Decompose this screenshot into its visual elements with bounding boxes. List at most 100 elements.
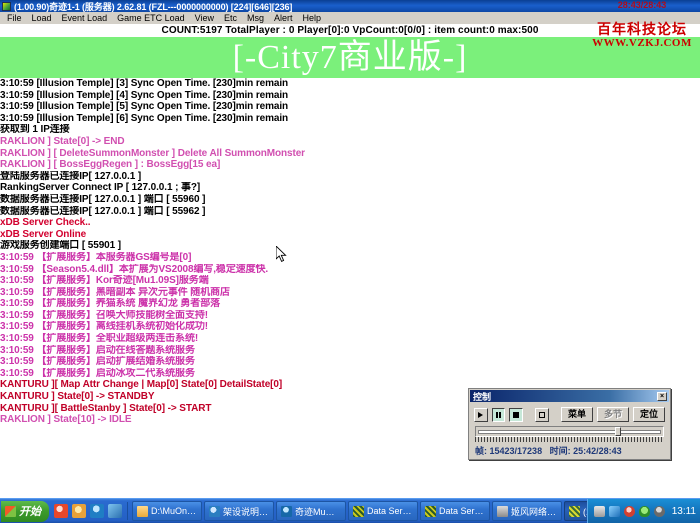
window-titlebar[interactable]: (1.00.90)奇迹1-1 (服务器) 2.62.81 (FZL---0000… <box>0 0 700 12</box>
frames-value: 15423/17238 <box>490 446 543 456</box>
log-line: 3:10:59 [Illusion Temple] [4] Sync Open … <box>0 90 700 102</box>
seek-bar[interactable] <box>475 426 664 437</box>
server-banner: [-City7商业版-] <box>0 37 700 78</box>
windows-flag-icon <box>5 506 16 517</box>
log-line: 数据服务器已连接IP[ 127.0.0.1 ] 端口 [ 55962 ] <box>0 206 700 218</box>
windows-taskbar: 开始 D:\MuOnline... 架设说明 - ... 奇迹Mu数... Data … <box>0 498 700 523</box>
menu-button[interactable]: 菜单 <box>561 407 593 422</box>
menu-item-game-etc-load[interactable]: Game ETC Load <box>112 12 190 24</box>
locate-button[interactable]: 定位 <box>633 407 665 422</box>
log-line: xDB Server Online <box>0 229 700 241</box>
log-line: 3:10:59 【扩展服务】离线挂机系统初始化成功! <box>0 321 700 333</box>
log-line: 3:10:59 【扩展服务】启动在线答题系统服务 <box>0 345 700 357</box>
log-line: 3:10:59 [Illusion Temple] [5] Sync Open … <box>0 101 700 113</box>
log-line: 3:10:59 [Illusion Temple] [6] Sync Open … <box>0 113 700 125</box>
log-line: RAKLION ] [ BossEggRegen ] : BossEgg[15 … <box>0 159 700 171</box>
multi-section-button: 多节 <box>597 407 629 422</box>
seek-thumb[interactable] <box>615 427 621 436</box>
log-line: 3:10:59 【扩展服务】养猫系统 魔界幻龙 勇者部落 <box>0 298 700 310</box>
desktop-root: (1.00.90)奇迹1-1 (服务器) 2.62.81 (FZL---0000… <box>0 0 700 523</box>
taskbar-button-label: 姬风网络Q... <box>511 505 557 518</box>
system-tray: 13:11 <box>587 499 700 523</box>
taskbar-button[interactable]: Data Server... <box>420 501 490 521</box>
ie-icon[interactable] <box>90 504 104 518</box>
taskbar-button-label: D:\MuOnline... <box>151 506 197 516</box>
server-app-icon <box>2 2 11 11</box>
start-button-label: 开始 <box>19 503 41 519</box>
log-line: RAKLION ] [ DeleteSummonMonster ] Delete… <box>0 148 700 160</box>
log-line: 3:10:59 【扩展服务】本服务器GS编号是[0] <box>0 252 700 264</box>
taskbar-button-label: 奇迹Mu数... <box>295 505 341 518</box>
log-line: 游戏服务创建端口 [ 55901 ] <box>0 240 700 252</box>
taskbar-button[interactable]: Data Server... <box>348 501 418 521</box>
qq-icon[interactable] <box>54 504 68 518</box>
menu-item-event-load[interactable]: Event Load <box>57 12 113 24</box>
ds-icon <box>425 506 436 517</box>
time-value: 25:42/28:43 <box>573 446 622 456</box>
folder-icon <box>137 506 148 517</box>
taskbar-button[interactable]: (1.00.90)奇... <box>564 501 587 521</box>
log-line: 3:10:59 [Illusion Temple] [3] Sync Open … <box>0 78 700 90</box>
stop-button[interactable] <box>509 408 523 422</box>
pause-button[interactable] <box>492 408 506 422</box>
taskbar-button-label: Data Server... <box>367 506 413 516</box>
log-line: 3:10:59 【扩展服务】黑暗副本 异次元事件 随机商店 <box>0 287 700 299</box>
log-line: 3:10:59 【Season5.4.dll】本扩展为VS2008编写,稳定速度… <box>0 264 700 276</box>
playback-status: 帧: 15423/17238 时间: 25:42/28:43 <box>475 444 664 457</box>
banner-text: [-City7商业版-] <box>233 38 468 78</box>
playback-control-panel[interactable]: 控制 × 菜单 多节 定位 帧: 15423/17238 时间 <box>468 388 671 460</box>
taskbar-button-label: Data Server... <box>439 506 485 516</box>
ds-icon <box>353 506 364 517</box>
log-line: RankingServer Connect IP [ 127.0.0.1 ; 事… <box>0 182 700 194</box>
log-line: 登陆服务器已连接IP[ 127.0.0.1 ] <box>0 171 700 183</box>
window-mode-button[interactable] <box>535 408 549 422</box>
media-icon[interactable] <box>72 504 86 518</box>
menu-item-msg[interactable]: Msg <box>242 12 269 24</box>
log-line: 3:10:59 【扩展服务】Kor奇迹[Mu1.09S]服务端 <box>0 275 700 287</box>
play-button[interactable] <box>474 408 488 422</box>
server-counters: COUNT:5197 TotalPlayer : 0 Player[0]:0 V… <box>0 24 700 37</box>
control-panel-titlebar[interactable]: 控制 × <box>470 390 669 402</box>
taskbar-button[interactable]: 姬风网络Q... <box>492 501 562 521</box>
quick-launch-bar <box>52 502 128 520</box>
frames-label: 帧: <box>475 446 487 456</box>
menu-item-help[interactable]: Help <box>298 12 327 24</box>
taskbar-button[interactable]: D:\MuOnline... <box>132 501 202 521</box>
printer-icon[interactable] <box>594 506 605 517</box>
log-line: 获取到 1 IP连接 <box>0 124 700 136</box>
antivirus-icon[interactable] <box>624 506 635 517</box>
taskbar-button-label: 架设说明 - ... <box>223 505 269 518</box>
log-line: RAKLION ] State[0] -> END <box>0 136 700 148</box>
menu-item-view[interactable]: View <box>190 12 219 24</box>
taskbar-buttons: D:\MuOnline... 架设说明 - ... 奇迹Mu数... Data Ser… <box>132 501 587 521</box>
qq-icon <box>497 506 508 517</box>
tree-icon[interactable] <box>639 506 650 517</box>
mu-icon <box>569 506 580 517</box>
seek-bar-wrap <box>475 426 664 437</box>
close-icon[interactable]: × <box>657 392 667 401</box>
log-line: 3:10:59 【扩展服务】启动冰攻二代系统服务 <box>0 368 700 380</box>
time-label: 时间: <box>550 446 571 456</box>
mouse-cursor <box>276 246 287 262</box>
log-line: 3:10:59 【扩展服务】启动扩展结婚系统服务 <box>0 356 700 368</box>
seek-tick-marks <box>475 437 664 442</box>
network-icon[interactable] <box>609 506 620 517</box>
start-button[interactable]: 开始 <box>1 501 49 522</box>
taskbar-clock[interactable]: 13:11 <box>672 506 696 517</box>
control-panel-toolbar: 菜单 多节 定位 <box>469 403 670 424</box>
log-line: 数据服务器已连接IP[ 127.0.0.1 ] 端口 [ 55960 ] <box>0 194 700 206</box>
ie-icon <box>209 506 220 517</box>
desktop-icon[interactable] <box>108 504 122 518</box>
taskbar-button[interactable]: 奇迹Mu数... <box>276 501 346 521</box>
globe-icon <box>281 506 292 517</box>
seek-track <box>478 430 661 434</box>
menu-item-file[interactable]: File <box>2 12 27 24</box>
log-line: 3:10:59 【扩展服务】召唤大师技能树全面支持! <box>0 310 700 322</box>
taskbar-button[interactable]: 架设说明 - ... <box>204 501 274 521</box>
log-line: xDB Server Check.. <box>0 217 700 229</box>
menu-item-load[interactable]: Load <box>27 12 57 24</box>
clock-icon[interactable] <box>654 506 665 517</box>
menu-item-etc[interactable]: Etc <box>219 12 242 24</box>
log-line: 3:10:59 【扩展服务】全职业超级两连击系统! <box>0 333 700 345</box>
menu-item-alert[interactable]: Alert <box>269 12 298 24</box>
